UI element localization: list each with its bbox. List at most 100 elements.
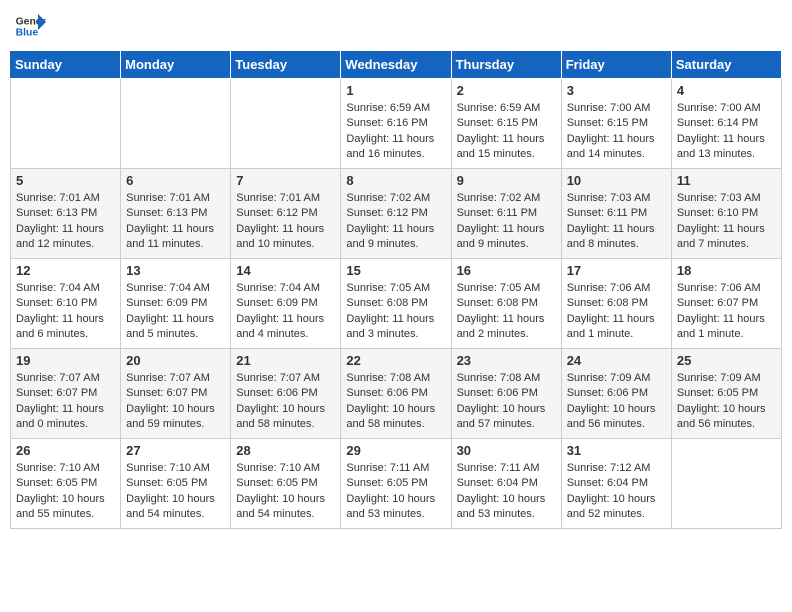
day-number: 7 [236, 173, 335, 188]
calendar-day-cell: 15Sunrise: 7:05 AM Sunset: 6:08 PM Dayli… [341, 259, 451, 349]
calendar-day-cell: 17 Sunrise: 7:06 AM Sunset: 6:08 PM Dayli… [561, 259, 671, 349]
day-number: 2 [457, 83, 556, 98]
day-number: 21 [236, 353, 335, 368]
logo: General Blue [14, 10, 48, 42]
day-info: Sunrise: 7:07 AM Sunset: 6:07 PM Dayligh… [16, 371, 115, 433]
calendar-day-cell: 22Sunrise: 7:08 AM Sunset: 6:06 PM Dayli… [341, 349, 451, 439]
day-number: 14 [236, 263, 335, 278]
day-info: Sunrise: 7:11 AM Sunset: 6:05 PM Dayligh… [346, 461, 445, 523]
day-number: 15 [346, 263, 445, 278]
day-info: Sunrise: 7:08 AM Sunset: 6:06 PM Dayligh… [346, 371, 445, 433]
calendar-day-cell: 10Sunrise: 7:03 AM Sunset: 6:11 PM Dayli… [561, 169, 671, 259]
logo-icon: General Blue [14, 10, 46, 42]
day-info: Sunrise: 7:04 AM Sunset: 6:09 PM Dayligh… [126, 281, 225, 343]
calendar-day-cell: 31Sunrise: 7:12 AM Sunset: 6:04 PM Dayli… [561, 439, 671, 529]
calendar-day-cell: 24 Sunrise: 7:09 AM Sunset: 6:06 PM Dayli… [561, 349, 671, 439]
calendar-week-row: 5 Sunrise: 7:01 AM Sunset: 6:13 PM Daylig… [11, 169, 782, 259]
day-of-week-header: Monday [121, 51, 231, 79]
day-number: 5 [16, 173, 115, 188]
calendar-day-cell: 3 Sunrise: 7:00 AM Sunset: 6:15 PM Daylig… [561, 79, 671, 169]
day-info: Sunrise: 7:12 AM Sunset: 6:04 PM Dayligh… [567, 461, 666, 523]
svg-text:Blue: Blue [16, 28, 39, 39]
day-info: Sunrise: 7:09 AM Sunset: 6:06 PM Dayligh… [567, 371, 666, 433]
calendar-week-row: 26Sunrise: 7:10 AM Sunset: 6:05 PM Dayli… [11, 439, 782, 529]
day-number: 17 [567, 263, 666, 278]
day-of-week-header: Tuesday [231, 51, 341, 79]
day-number: 11 [677, 173, 776, 188]
day-number: 9 [457, 173, 556, 188]
day-number: 12 [16, 263, 115, 278]
day-info: Sunrise: 7:03 AM Sunset: 6:10 PM Dayligh… [677, 191, 776, 253]
day-info: Sunrise: 7:07 AM Sunset: 6:07 PM Dayligh… [126, 371, 225, 433]
calendar-day-cell: 8 Sunrise: 7:02 AM Sunset: 6:12 PM Daylig… [341, 169, 451, 259]
calendar-day-cell: 20 Sunrise: 7:07 AM Sunset: 6:07 PM Dayli… [121, 349, 231, 439]
calendar-day-cell: 21 Sunrise: 7:07 AM Sunset: 6:06 PM Dayli… [231, 349, 341, 439]
day-info: Sunrise: 7:00 AM Sunset: 6:14 PM Dayligh… [677, 101, 776, 163]
calendar-day-cell: 11 Sunrise: 7:03 AM Sunset: 6:10 PM Dayli… [671, 169, 781, 259]
day-info: Sunrise: 7:00 AM Sunset: 6:15 PM Dayligh… [567, 101, 666, 163]
day-info: Sunrise: 7:10 AM Sunset: 6:05 PM Dayligh… [16, 461, 115, 523]
day-number: 28 [236, 443, 335, 458]
day-number: 29 [346, 443, 445, 458]
day-number: 6 [126, 173, 225, 188]
day-info: Sunrise: 7:06 AM Sunset: 6:07 PM Dayligh… [677, 281, 776, 343]
calendar-table: SundayMondayTuesdayWednesdayThursdayFrid… [10, 50, 782, 529]
calendar-day-cell: 14 Sunrise: 7:04 AM Sunset: 6:09 PM Dayli… [231, 259, 341, 349]
calendar-day-cell: 13 Sunrise: 7:04 AM Sunset: 6:09 PM Dayli… [121, 259, 231, 349]
day-info: Sunrise: 7:04 AM Sunset: 6:09 PM Dayligh… [236, 281, 335, 343]
day-number: 25 [677, 353, 776, 368]
day-info: Sunrise: 6:59 AM Sunset: 6:16 PM Dayligh… [346, 101, 445, 163]
calendar-day-cell [231, 79, 341, 169]
day-info: Sunrise: 7:07 AM Sunset: 6:06 PM Dayligh… [236, 371, 335, 433]
calendar-day-cell: 4Sunrise: 7:00 AM Sunset: 6:14 PM Daylig… [671, 79, 781, 169]
calendar-body: 1 Sunrise: 6:59 AM Sunset: 6:16 PM Daylig… [11, 79, 782, 529]
day-number: 30 [457, 443, 556, 458]
day-info: Sunrise: 7:09 AM Sunset: 6:05 PM Dayligh… [677, 371, 776, 433]
calendar-day-cell: 6Sunrise: 7:01 AM Sunset: 6:13 PM Daylig… [121, 169, 231, 259]
calendar-day-cell [11, 79, 121, 169]
day-number: 20 [126, 353, 225, 368]
calendar-week-row: 12Sunrise: 7:04 AM Sunset: 6:10 PM Dayli… [11, 259, 782, 349]
calendar-day-cell: 12Sunrise: 7:04 AM Sunset: 6:10 PM Dayli… [11, 259, 121, 349]
day-number: 10 [567, 173, 666, 188]
calendar-week-row: 1 Sunrise: 6:59 AM Sunset: 6:16 PM Daylig… [11, 79, 782, 169]
calendar-day-cell: 1 Sunrise: 6:59 AM Sunset: 6:16 PM Daylig… [341, 79, 451, 169]
calendar-day-cell [671, 439, 781, 529]
calendar-header-row: SundayMondayTuesdayWednesdayThursdayFrid… [11, 51, 782, 79]
day-info: Sunrise: 7:10 AM Sunset: 6:05 PM Dayligh… [236, 461, 335, 523]
day-number: 27 [126, 443, 225, 458]
day-of-week-header: Thursday [451, 51, 561, 79]
calendar-day-cell: 23Sunrise: 7:08 AM Sunset: 6:06 PM Dayli… [451, 349, 561, 439]
calendar-day-cell: 9 Sunrise: 7:02 AM Sunset: 6:11 PM Daylig… [451, 169, 561, 259]
calendar-day-cell: 25 Sunrise: 7:09 AM Sunset: 6:05 PM Dayli… [671, 349, 781, 439]
day-number: 24 [567, 353, 666, 368]
day-info: Sunrise: 7:01 AM Sunset: 6:12 PM Dayligh… [236, 191, 335, 253]
calendar-day-cell: 26Sunrise: 7:10 AM Sunset: 6:05 PM Dayli… [11, 439, 121, 529]
day-number: 13 [126, 263, 225, 278]
calendar-day-cell: 2Sunrise: 6:59 AM Sunset: 6:15 PM Daylig… [451, 79, 561, 169]
day-number: 16 [457, 263, 556, 278]
day-of-week-header: Wednesday [341, 51, 451, 79]
day-info: Sunrise: 7:11 AM Sunset: 6:04 PM Dayligh… [457, 461, 556, 523]
calendar-day-cell: 18Sunrise: 7:06 AM Sunset: 6:07 PM Dayli… [671, 259, 781, 349]
day-info: Sunrise: 7:02 AM Sunset: 6:12 PM Dayligh… [346, 191, 445, 253]
day-info: Sunrise: 7:05 AM Sunset: 6:08 PM Dayligh… [457, 281, 556, 343]
day-info: Sunrise: 7:08 AM Sunset: 6:06 PM Dayligh… [457, 371, 556, 433]
calendar-day-cell: 5 Sunrise: 7:01 AM Sunset: 6:13 PM Daylig… [11, 169, 121, 259]
day-number: 3 [567, 83, 666, 98]
day-info: Sunrise: 7:10 AM Sunset: 6:05 PM Dayligh… [126, 461, 225, 523]
page-header: General Blue [10, 10, 782, 42]
calendar-day-cell: 30 Sunrise: 7:11 AM Sunset: 6:04 PM Dayli… [451, 439, 561, 529]
day-number: 19 [16, 353, 115, 368]
calendar-day-cell: 19 Sunrise: 7:07 AM Sunset: 6:07 PM Dayli… [11, 349, 121, 439]
day-of-week-header: Sunday [11, 51, 121, 79]
day-of-week-header: Saturday [671, 51, 781, 79]
day-number: 1 [346, 83, 445, 98]
calendar-day-cell: 29 Sunrise: 7:11 AM Sunset: 6:05 PM Dayli… [341, 439, 451, 529]
day-info: Sunrise: 7:06 AM Sunset: 6:08 PM Dayligh… [567, 281, 666, 343]
day-info: Sunrise: 7:02 AM Sunset: 6:11 PM Dayligh… [457, 191, 556, 253]
calendar-day-cell: 28 Sunrise: 7:10 AM Sunset: 6:05 PM Dayli… [231, 439, 341, 529]
day-info: Sunrise: 7:01 AM Sunset: 6:13 PM Dayligh… [16, 191, 115, 253]
day-number: 8 [346, 173, 445, 188]
calendar-week-row: 19 Sunrise: 7:07 AM Sunset: 6:07 PM Dayli… [11, 349, 782, 439]
